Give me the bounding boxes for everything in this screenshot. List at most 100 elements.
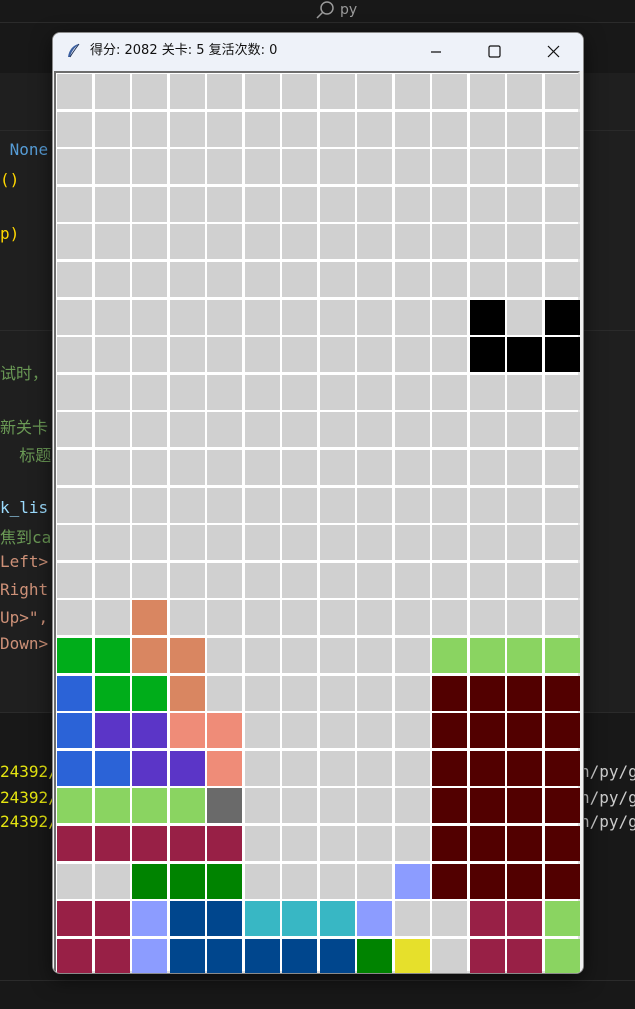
tetris-board[interactable]	[54, 71, 580, 973]
empty-cell	[207, 374, 242, 410]
command-center[interactable]: py	[0, 0, 635, 23]
empty-cell	[57, 224, 92, 260]
block-cell	[57, 826, 92, 862]
empty-cell	[357, 262, 392, 298]
empty-cell	[357, 224, 392, 260]
block-cell	[57, 750, 92, 786]
empty-cell	[207, 450, 242, 486]
empty-cell	[469, 74, 505, 110]
empty-cell	[57, 562, 92, 598]
block-cell	[207, 826, 242, 862]
empty-cell	[282, 487, 317, 523]
block-cell	[282, 938, 317, 973]
block-cell	[57, 788, 92, 824]
empty-cell	[319, 713, 355, 749]
block-cell	[169, 713, 205, 749]
empty-cell	[57, 525, 92, 561]
empty-cell	[469, 111, 505, 147]
empty-cell	[357, 74, 392, 110]
empty-cell	[282, 600, 317, 636]
block-cell	[94, 938, 130, 973]
empty-cell	[469, 487, 505, 523]
empty-cell	[432, 901, 467, 937]
empty-cell	[394, 450, 430, 486]
close-icon	[547, 45, 560, 58]
empty-cell	[282, 863, 317, 899]
empty-cell	[432, 525, 467, 561]
empty-cell	[394, 901, 430, 937]
empty-cell	[432, 111, 467, 147]
block-cell	[469, 299, 505, 335]
block-cell	[432, 826, 467, 862]
code-line: Up>",	[0, 608, 49, 627]
block-cell	[432, 750, 467, 786]
block-cell	[544, 299, 580, 335]
empty-cell	[207, 186, 242, 222]
block-cell	[469, 826, 505, 862]
empty-cell	[432, 299, 467, 335]
empty-cell	[282, 826, 317, 862]
empty-cell	[169, 450, 205, 486]
block-cell	[507, 713, 542, 749]
empty-cell	[357, 299, 392, 335]
empty-cell	[357, 111, 392, 147]
empty-cell	[319, 74, 355, 110]
empty-cell	[94, 74, 130, 110]
game-canvas[interactable]	[53, 71, 583, 973]
empty-cell	[357, 374, 392, 410]
empty-cell	[57, 863, 92, 899]
empty-cell	[394, 675, 430, 711]
empty-cell	[507, 299, 542, 335]
empty-cell	[244, 149, 280, 185]
tetris-game-window[interactable]: 得分: 2082 关卡: 5 复活次数: 0	[52, 32, 584, 974]
block-cell	[169, 750, 205, 786]
code-line: ()	[0, 170, 20, 189]
empty-cell	[432, 374, 467, 410]
empty-cell	[169, 525, 205, 561]
minimize-button[interactable]	[413, 33, 459, 71]
empty-cell	[319, 450, 355, 486]
empty-cell	[319, 412, 355, 448]
empty-cell	[357, 600, 392, 636]
empty-cell	[282, 374, 317, 410]
empty-cell	[432, 186, 467, 222]
empty-cell	[94, 525, 130, 561]
empty-cell	[507, 111, 542, 147]
block-cell	[544, 788, 580, 824]
close-button[interactable]	[530, 33, 576, 71]
block-cell	[132, 826, 167, 862]
empty-cell	[544, 74, 580, 110]
block-cell	[544, 901, 580, 937]
empty-cell	[357, 149, 392, 185]
empty-cell	[244, 487, 280, 523]
empty-cell	[394, 562, 430, 598]
window-titlebar[interactable]: 得分: 2082 关卡: 5 复活次数: 0	[53, 33, 583, 71]
empty-cell	[132, 262, 167, 298]
empty-cell	[432, 562, 467, 598]
empty-cell	[544, 374, 580, 410]
block-cell	[469, 337, 505, 373]
empty-cell	[432, 450, 467, 486]
empty-cell	[394, 337, 430, 373]
empty-cell	[394, 299, 430, 335]
empty-cell	[357, 337, 392, 373]
empty-cell	[544, 450, 580, 486]
empty-cell	[169, 111, 205, 147]
block-cell	[169, 788, 205, 824]
block-cell	[132, 788, 167, 824]
block-cell	[207, 938, 242, 973]
empty-cell	[282, 149, 317, 185]
divider	[0, 980, 635, 981]
empty-cell	[319, 525, 355, 561]
empty-cell	[394, 224, 430, 260]
empty-cell	[207, 487, 242, 523]
empty-cell	[357, 863, 392, 899]
empty-cell	[207, 638, 242, 674]
empty-cell	[94, 487, 130, 523]
empty-cell	[244, 186, 280, 222]
maximize-button[interactable]	[471, 33, 517, 71]
search-label: py	[340, 2, 358, 18]
block-cell	[507, 863, 542, 899]
empty-cell	[507, 525, 542, 561]
block-cell	[207, 863, 242, 899]
